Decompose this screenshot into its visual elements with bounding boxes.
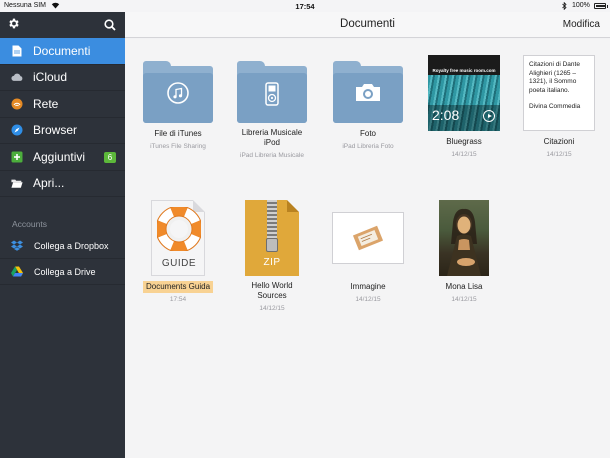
guide-label: GUIDE — [161, 258, 197, 269]
camera-icon — [333, 82, 403, 102]
file-item-mona-lisa[interactable]: Mona Lisa 14/12/15 — [419, 200, 509, 304]
sidebar-item-label: Apri... — [33, 176, 65, 191]
battery-icon — [594, 3, 608, 9]
sidebar-item-label: Rete — [33, 96, 59, 111]
network-icon — [11, 98, 23, 110]
file-item-itunes[interactable]: File di iTunes iTunes File Sharing — [133, 61, 223, 151]
sidebar-item-documenti[interactable]: Documenti — [0, 38, 125, 65]
sidebar-item-rete[interactable]: Rete — [0, 91, 125, 118]
file-name: Libreria Musicale iPod — [241, 128, 303, 147]
file-item-bluegrass[interactable]: Royalty free music room.com 2:08 Bluegra… — [419, 55, 509, 159]
sidebar-item-drive[interactable]: Collega a Drive — [0, 259, 125, 285]
file-item-hello-world-sources[interactable]: ZIP Hello World Sources 14/12/15 — [227, 200, 317, 313]
file-item-documents-guida[interactable]: GUIDE Documents Guida 17:54 — [133, 200, 223, 304]
bluetooth-icon — [562, 1, 567, 12]
file-subtitle: 14/12/15 — [546, 151, 572, 158]
folder-icon — [143, 61, 213, 123]
file-subtitle: 14/12/15 — [259, 304, 285, 312]
battery-percent: 100% — [572, 2, 590, 9]
sidebar-item-apri[interactable]: Apri... — [0, 171, 125, 197]
gear-icon[interactable] — [7, 17, 20, 32]
video-duration: 2:08 — [432, 107, 460, 123]
count-badge: 6 — [104, 152, 116, 163]
sidebar-item-label: Browser — [33, 123, 78, 138]
sidebar-item-dropbox[interactable]: Collega a Dropbox — [0, 233, 125, 259]
battery-fill — [596, 5, 605, 7]
dropbox-icon — [11, 240, 23, 252]
video-thumbnail: Royalty free music room.com 2:08 — [428, 55, 500, 131]
file-name: Foto — [359, 129, 376, 138]
file-item-citazioni[interactable]: Citazioni di Dante Alighieri (1265 – 132… — [514, 55, 604, 159]
accounts-header: Accounts — [12, 219, 47, 229]
navigation-bar: Documenti Modifica — [125, 12, 610, 38]
text-preview: Citazioni di Dante Alighieri (1265 – 132… — [523, 55, 595, 131]
video-watermark: Royalty free music room.com — [432, 68, 496, 73]
edit-button[interactable]: Modifica — [563, 19, 600, 30]
zip-label: ZIP — [263, 257, 281, 268]
file-item-foto[interactable]: Foto iPad Libreria Foto — [323, 61, 413, 151]
file-subtitle: iTunes File Sharing — [150, 143, 206, 150]
plus-icon — [11, 151, 23, 163]
sidebar-toolbar — [0, 12, 125, 38]
file-name: Hello World Sources — [251, 281, 293, 300]
play-icon[interactable] — [483, 110, 495, 122]
file-subtitle: 14/12/15 — [451, 296, 477, 303]
file-item-ipod-library[interactable]: Libreria Musicale iPod iPad Libreria Mus… — [227, 61, 317, 160]
file-grid: File di iTunes iTunes File Sharing Libre… — [125, 39, 610, 458]
folder-icon — [237, 61, 307, 123]
painting-thumbnail — [439, 200, 489, 276]
music-note-icon — [143, 82, 213, 104]
clock: 17:54 — [295, 2, 315, 11]
sidebar-item-label: Aggiuntivi — [33, 149, 86, 164]
package-icon — [352, 225, 384, 251]
lifebuoy-icon — [155, 205, 203, 256]
guide-document-icon: GUIDE — [151, 200, 205, 276]
sidebar-item-label: Collega a Dropbox — [34, 240, 109, 251]
page-title: Documenti — [340, 18, 395, 30]
cloud-icon — [11, 71, 23, 83]
compass-icon — [11, 124, 23, 136]
text-preview-line: Citazioni di Dante Alighieri (1265 – 132… — [529, 61, 580, 94]
file-subtitle: iPad Libreria Musicale — [240, 151, 304, 159]
file-name: Documents Guida — [142, 281, 214, 293]
file-name: Citazioni — [543, 137, 575, 146]
file-subtitle: iPad Libreria Foto — [342, 143, 394, 150]
status-bar: Nessuna SIM 17:54 100% — [0, 0, 610, 12]
zip-archive-icon: ZIP — [245, 200, 299, 276]
file-name: Bluegrass — [446, 137, 482, 146]
sidebar-item-icloud[interactable]: iCloud — [0, 65, 125, 91]
text-preview-line: Divina Commedia — [529, 103, 581, 110]
ipod-icon — [237, 82, 307, 106]
search-icon[interactable] — [104, 18, 116, 36]
sidebar-item-label: Collega a Drive — [34, 266, 96, 277]
document-icon — [11, 45, 23, 57]
file-name: Mona Lisa — [445, 282, 483, 291]
image-thumbnail — [332, 212, 404, 264]
folder-icon — [333, 61, 403, 123]
sidebar-item-browser[interactable]: Browser — [0, 118, 125, 144]
sidebar-item-aggiuntivi[interactable]: Aggiuntivi 6 — [0, 144, 125, 171]
open-folder-icon — [11, 177, 23, 189]
sidebar-item-label: iCloud — [33, 70, 68, 85]
sidebar: Documenti iCloud Rete Browser Aggiuntivi… — [0, 12, 125, 458]
google-drive-icon — [11, 266, 23, 278]
file-name: File di iTunes — [154, 129, 202, 138]
file-name: Immagine — [350, 282, 386, 291]
sidebar-item-label: Documenti — [33, 43, 91, 58]
file-subtitle: 17:54 — [169, 296, 187, 303]
file-item-immagine[interactable]: Immagine 14/12/15 — [323, 200, 413, 304]
file-subtitle: 14/12/15 — [355, 296, 381, 303]
file-subtitle: 14/12/15 — [451, 151, 477, 158]
